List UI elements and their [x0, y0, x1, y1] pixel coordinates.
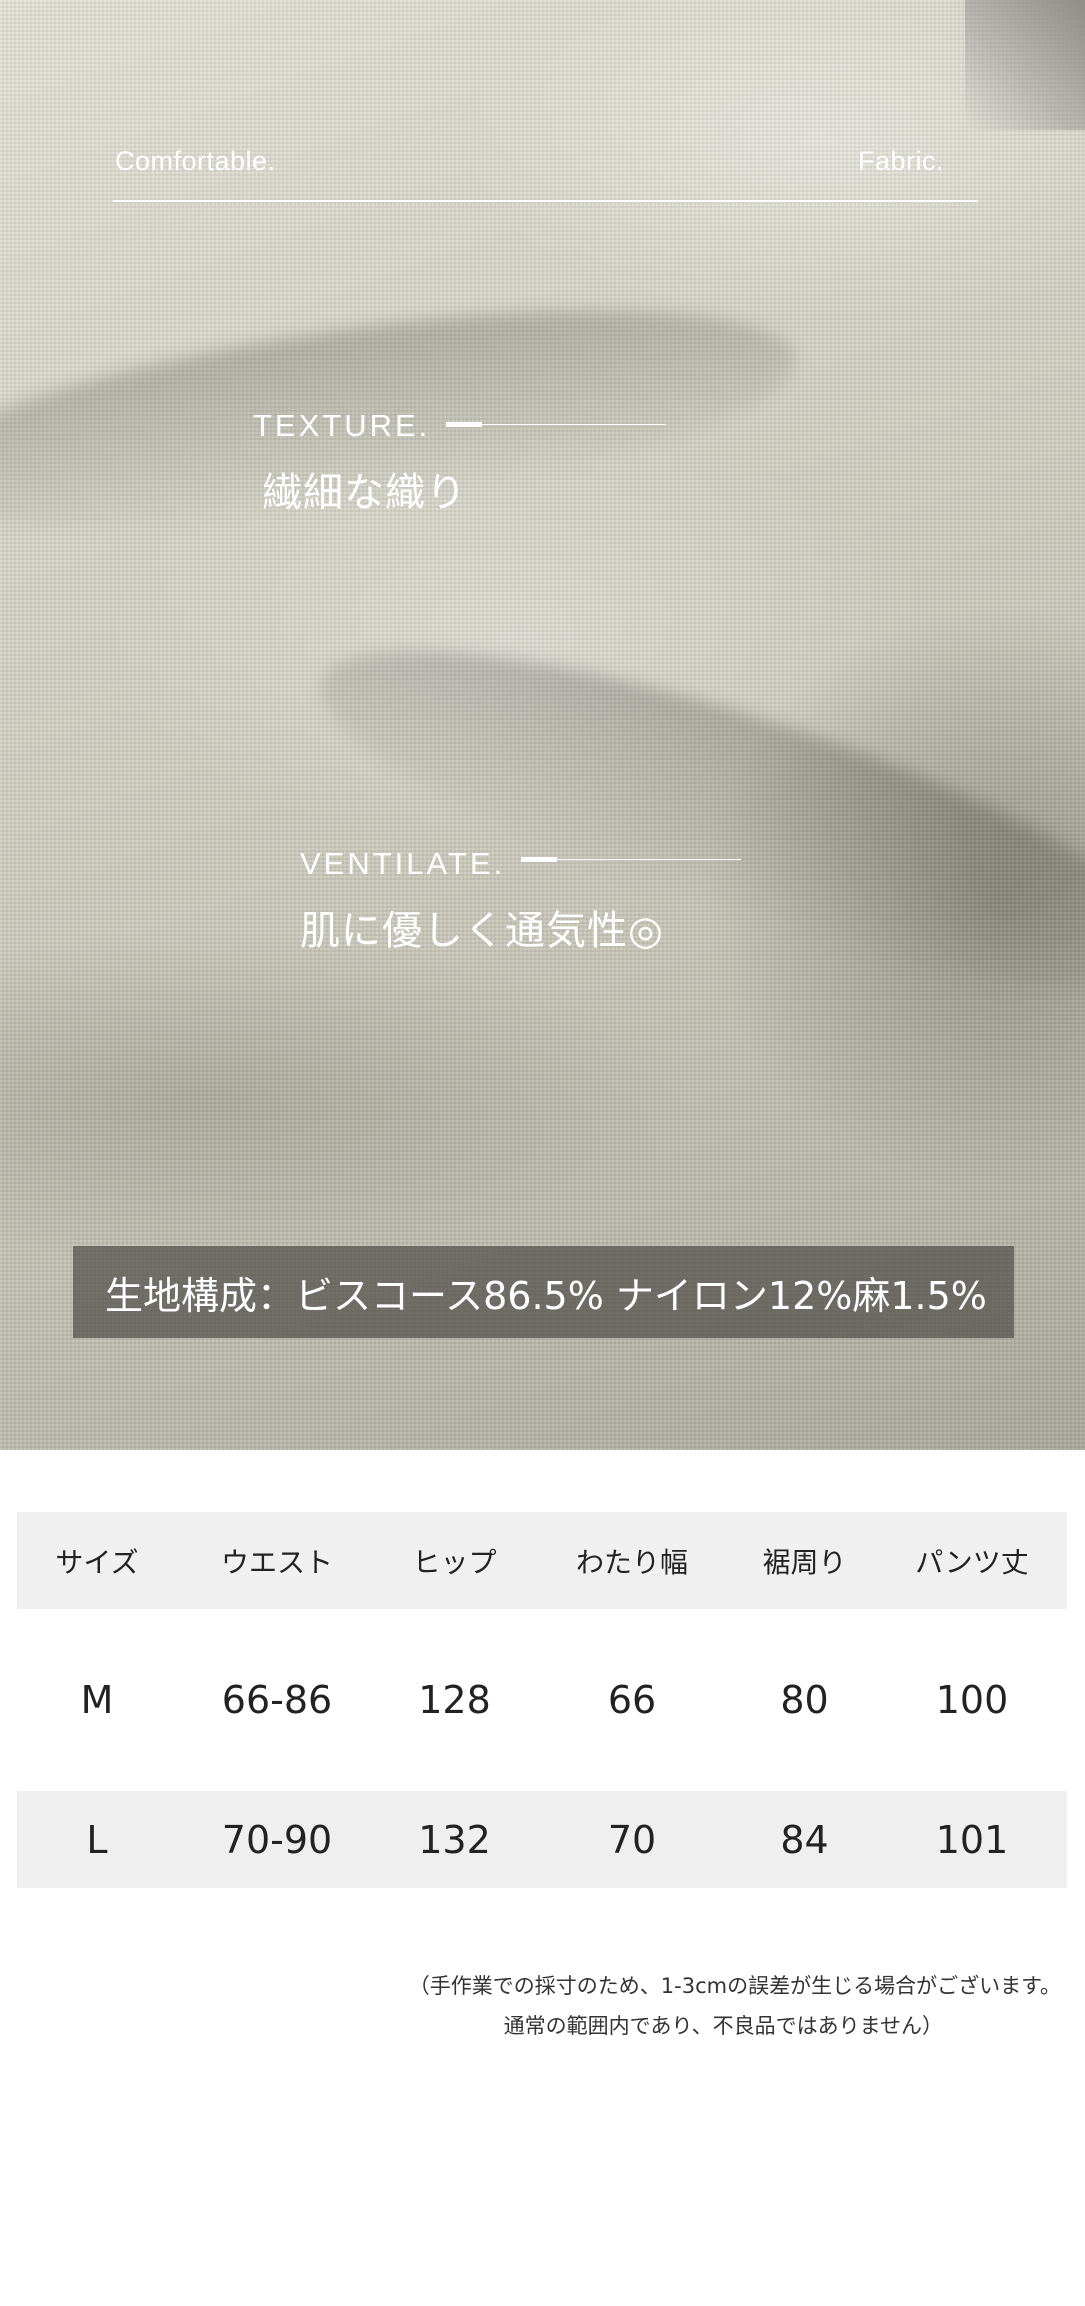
table-header-row: サイズ ウエスト ヒップ わたり幅 裾周り パンツ丈 — [17, 1512, 1067, 1609]
header-waist: ウエスト — [220, 1545, 333, 1579]
table-row: M 66-86 128 66 80 100 — [17, 1609, 1067, 1791]
texture-rule — [446, 422, 666, 427]
table-cell: 128 — [418, 1678, 491, 1722]
fabric-label: Fabric. — [858, 146, 945, 176]
note-line-2: 通常の範囲内であり、不良品ではありません） — [503, 2014, 943, 2038]
table-cell: 70-90 — [221, 1817, 333, 1862]
rule-accent — [521, 857, 557, 862]
table-cell: 66 — [607, 1678, 657, 1722]
table-cell: 100 — [935, 1678, 1009, 1722]
table-cell: 84 — [780, 1817, 829, 1862]
table-cell: 66-86 — [221, 1678, 333, 1722]
comfortable-label: Comfortable. — [115, 146, 276, 176]
table-row: L 70-90 132 70 84 101 — [17, 1791, 1067, 1888]
header-hip: ヒップ — [412, 1545, 497, 1579]
header-hem: 裾周り — [762, 1545, 847, 1579]
table-cell: 80 — [780, 1678, 829, 1722]
measurement-note: （手作業での採寸のため、1-3cmの誤差が生じる場合がございます。 通常の範囲内… — [409, 1966, 1061, 2046]
rule-line — [482, 424, 666, 425]
ventilate-description: 肌に優しく通気性◎ — [300, 908, 664, 954]
table-cell: 101 — [935, 1817, 1009, 1862]
ventilate-rule — [521, 857, 741, 862]
table-cell: 70 — [607, 1817, 657, 1862]
top-divider — [113, 200, 978, 202]
texture-heading: TEXTURE. — [253, 408, 431, 443]
header-length: パンツ丈 — [915, 1545, 1029, 1579]
table-cell: M — [80, 1678, 114, 1722]
size-table: サイズ ウエスト ヒップ わたり幅 裾周り パンツ丈 M 66-86 128 6… — [17, 1512, 1067, 1888]
composition-banner: 生地構成：ビスコース86.5% ナイロン12%麻1.5% — [73, 1246, 1014, 1338]
table-cell: 132 — [418, 1817, 491, 1862]
texture-description: 繊細な織り — [262, 470, 467, 516]
ventilate-heading: VENTILATE. — [300, 846, 506, 881]
fabric-hero-image: Comfortable. Fabric. TEXTURE. 繊細な織り VENT… — [0, 0, 1085, 1450]
header-size: サイズ — [55, 1545, 139, 1579]
table-cell: L — [86, 1817, 108, 1862]
header-thigh: わたり幅 — [575, 1545, 688, 1579]
rule-accent — [446, 422, 482, 427]
rule-line — [557, 859, 741, 860]
corner-shadow — [965, 0, 1085, 130]
note-line-1: （手作業での採寸のため、1-3cmの誤差が生じる場合がございます。 — [408, 1974, 1061, 1998]
